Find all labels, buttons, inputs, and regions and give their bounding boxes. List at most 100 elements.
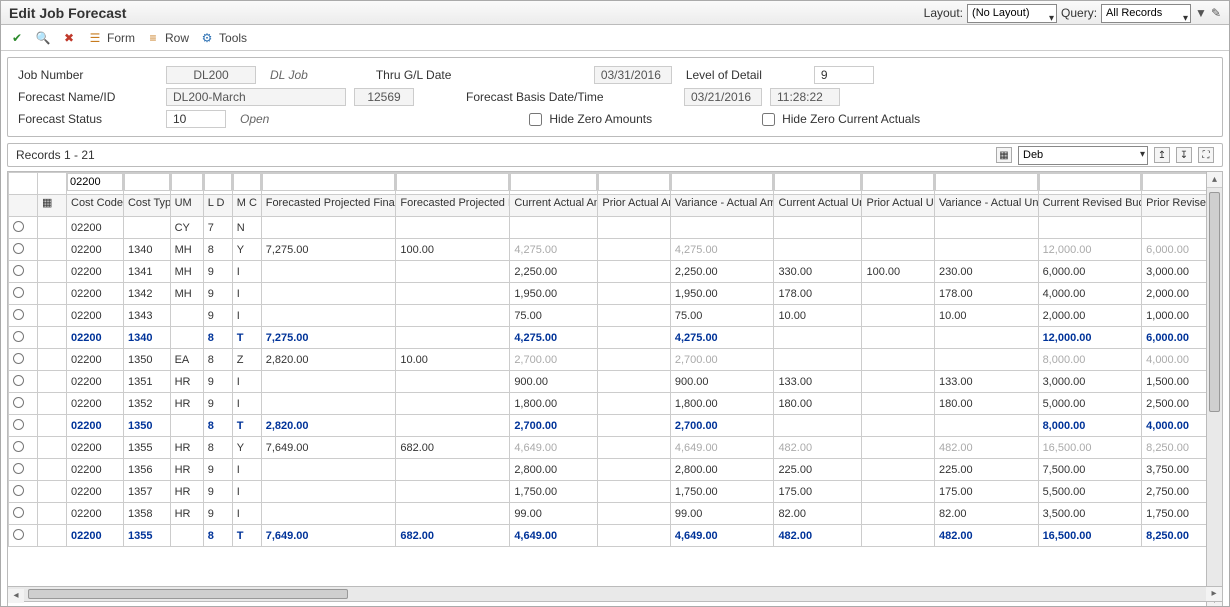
cell[interactable]: I [232,393,261,415]
cell[interactable]: 10.00 [934,305,1038,327]
thru-gl-field[interactable]: 03/31/2016 [594,66,672,84]
cell[interactable]: 4,275.00 [670,239,774,261]
cell[interactable]: 99.00 [510,503,598,525]
cell[interactable] [862,393,935,415]
row-marker[interactable] [38,481,67,503]
cell[interactable]: I [232,371,261,393]
row-radio[interactable] [9,393,38,415]
table-row[interactable]: 022001342MH9I1,950.001,950.00178.00178.0… [9,283,1223,305]
cell[interactable]: 2,800.00 [670,459,774,481]
cell[interactable]: 2,700.00 [510,349,598,371]
qbe-caa[interactable] [510,173,597,191]
forecast-status-field[interactable]: 10 [166,110,226,128]
row-marker[interactable] [38,261,67,283]
cell[interactable] [934,415,1038,437]
qbe-vau[interactable] [935,173,1038,191]
ok-button[interactable]: ✔ [9,30,25,46]
cell[interactable]: MH [170,283,203,305]
cell[interactable] [261,481,396,503]
col-vau[interactable]: Variance - Actual Units [934,195,1038,217]
cell[interactable] [261,371,396,393]
cell[interactable]: MH [170,261,203,283]
cell[interactable]: 02200 [67,437,124,459]
cell[interactable]: 2,820.00 [261,415,396,437]
cell[interactable] [1038,217,1142,239]
cell[interactable]: 7 [203,217,232,239]
cell[interactable]: 7,275.00 [261,327,396,349]
row-radio[interactable] [9,327,38,349]
cell[interactable] [598,283,671,305]
cell[interactable] [598,349,671,371]
grid-scroll[interactable]: ▦ Cost Code Cost Type UM L D M C Forecas… [8,172,1222,607]
table-row[interactable]: 022001358HR9I99.0099.0082.0082.003,500.0… [9,503,1223,525]
cell[interactable]: 4,649.00 [510,525,598,547]
cell[interactable] [261,261,396,283]
tools-menu[interactable]: ⚙Tools [199,30,247,46]
cell[interactable]: 02200 [67,261,124,283]
cell[interactable]: 2,700.00 [670,349,774,371]
cell[interactable]: 9 [203,481,232,503]
cell[interactable]: 1342 [123,283,170,305]
scroll-thumb[interactable] [1209,192,1220,412]
cell[interactable]: 7,649.00 [261,437,396,459]
cell[interactable]: 6,000.00 [1038,261,1142,283]
cell[interactable] [598,481,671,503]
cell[interactable]: 3,500.00 [1038,503,1142,525]
cell[interactable] [396,503,510,525]
cell[interactable] [261,459,396,481]
scroll-right-icon[interactable]: ▸ [1206,587,1222,601]
cell[interactable] [774,349,862,371]
cell[interactable]: 1340 [123,327,170,349]
cell[interactable] [598,437,671,459]
cell[interactable]: 82.00 [774,503,862,525]
cell[interactable]: HR [170,481,203,503]
cell[interactable]: 75.00 [670,305,774,327]
cell[interactable]: 9 [203,261,232,283]
qbe-fpfu[interactable] [396,173,509,191]
cell[interactable] [598,305,671,327]
cell[interactable]: HR [170,393,203,415]
cell[interactable]: 482.00 [774,437,862,459]
cell[interactable]: 2,800.00 [510,459,598,481]
cell[interactable]: I [232,481,261,503]
cell[interactable]: 100.00 [396,239,510,261]
cell[interactable]: T [232,415,261,437]
row-radio[interactable] [9,525,38,547]
row-marker[interactable] [38,283,67,305]
cell[interactable] [598,327,671,349]
table-row[interactable]: 022001350EA8Z2,820.0010.002,700.002,700.… [9,349,1223,371]
scroll-thumb[interactable] [28,589,348,599]
row-marker[interactable] [38,305,67,327]
row-marker[interactable] [38,371,67,393]
cell[interactable]: 900.00 [510,371,598,393]
table-row[interactable]: 022001351HR9I900.00900.00133.00133.003,0… [9,371,1223,393]
cell[interactable]: 75.00 [510,305,598,327]
cell[interactable]: 4,649.00 [510,437,598,459]
cell[interactable] [396,261,510,283]
cell[interactable]: I [232,283,261,305]
cell[interactable]: I [232,459,261,481]
cell[interactable]: 02200 [67,217,124,239]
forecast-name-field[interactable]: DL200-March [166,88,346,106]
cell[interactable]: 1358 [123,503,170,525]
cell[interactable]: 175.00 [774,481,862,503]
cell[interactable] [396,283,510,305]
cell[interactable]: 3,000.00 [1038,371,1142,393]
cell[interactable]: 8,000.00 [1038,415,1142,437]
qbe-mc[interactable] [233,173,261,191]
cell[interactable]: 99.00 [670,503,774,525]
cell[interactable]: 4,275.00 [670,327,774,349]
cell[interactable]: MH [170,239,203,261]
cell[interactable]: T [232,327,261,349]
cell[interactable]: 1,750.00 [510,481,598,503]
cell[interactable]: 2,250.00 [510,261,598,283]
cell[interactable] [862,305,935,327]
cell[interactable] [598,261,671,283]
cell[interactable]: 9 [203,283,232,305]
table-row[interactable]: 022001341MH9I2,250.002,250.00330.00100.0… [9,261,1223,283]
col-pau[interactable]: Prior Actual Units [862,195,935,217]
cell[interactable]: 02200 [67,525,124,547]
cell[interactable]: 482.00 [774,525,862,547]
cell[interactable]: 4,649.00 [670,437,774,459]
lod-field[interactable]: 9 [814,66,874,84]
